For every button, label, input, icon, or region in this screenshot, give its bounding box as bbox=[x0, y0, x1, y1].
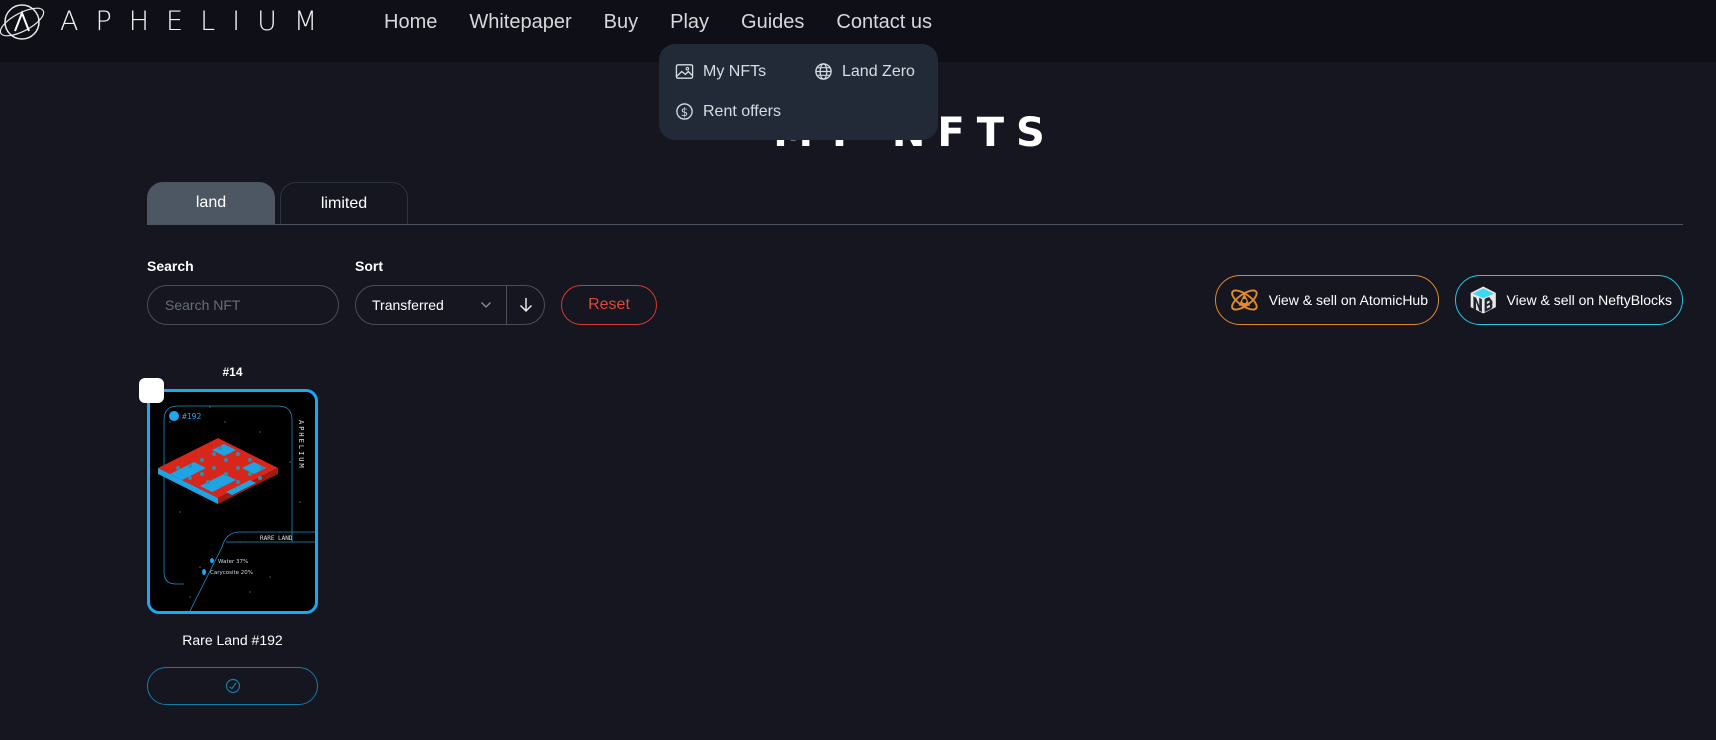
menu-item-label: Land Zero bbox=[842, 62, 915, 80]
sort-label: Sort bbox=[355, 258, 383, 274]
sort-control: Transferred bbox=[355, 285, 545, 325]
nav-home[interactable]: Home bbox=[384, 11, 437, 34]
menu-item-label: Rent offers bbox=[703, 102, 781, 120]
nft-name: Rare Land #192 bbox=[182, 632, 283, 648]
card-id-dot bbox=[169, 411, 179, 421]
neftyblocks-button[interactable]: View & sell on NeftyBlocks bbox=[1455, 275, 1683, 325]
logo-text: APHELIUM bbox=[60, 6, 335, 37]
atomichub-label: View & sell on AtomicHub bbox=[1268, 292, 1428, 308]
nav-play[interactable]: Play bbox=[670, 11, 709, 34]
atomichub-button[interactable]: View & sell on AtomicHub bbox=[1215, 275, 1439, 325]
nft-select-checkbox[interactable] bbox=[139, 378, 164, 403]
neftyblocks-label: View & sell on NeftyBlocks bbox=[1506, 292, 1672, 308]
starfield bbox=[169, 406, 301, 598]
search-input[interactable] bbox=[147, 285, 339, 325]
tab-limited[interactable]: limited bbox=[280, 182, 408, 224]
nav-whitepaper[interactable]: Whitepaper bbox=[469, 11, 571, 34]
atomichub-logo-icon bbox=[1231, 289, 1258, 311]
play-dropdown-menu: My NFTs Land Zero $ Rent offers bbox=[659, 44, 938, 140]
isometric-land-tile bbox=[158, 438, 278, 504]
reset-button[interactable]: Reset bbox=[561, 285, 657, 325]
menu-item-land-zero[interactable]: Land Zero bbox=[814, 62, 915, 81]
menu-item-rent-offers[interactable]: $ Rent offers bbox=[675, 102, 781, 121]
category-tabs: land limited bbox=[147, 182, 413, 224]
svg-text:$: $ bbox=[681, 105, 688, 119]
nft-artwork: #192 APHELIUM RARE LAND Water 37% Caryco bbox=[158, 405, 315, 611]
menu-item-label: My NFTs bbox=[703, 62, 767, 80]
menu-item-my-nfts[interactable]: My NFTs bbox=[675, 62, 766, 81]
dollar-circle-icon: $ bbox=[676, 103, 693, 120]
sort-direction-button[interactable] bbox=[507, 286, 544, 324]
nft-action-button[interactable] bbox=[147, 667, 318, 705]
card-id: #192 bbox=[182, 412, 201, 421]
globe-icon bbox=[815, 63, 832, 80]
card-stat-water: Water 37% bbox=[218, 559, 248, 565]
main-nav: Home Whitepaper Buy Play Guides Contact … bbox=[384, 0, 964, 44]
tabs-divider bbox=[147, 224, 1683, 225]
image-icon bbox=[675, 64, 694, 79]
sort-selected-value: Transferred bbox=[372, 297, 444, 313]
chevron-down-icon bbox=[481, 302, 491, 308]
gauge-icon bbox=[225, 678, 240, 694]
nft-card-image[interactable]: #192 APHELIUM RARE LAND Water 37% Caryco bbox=[147, 389, 318, 614]
card-rarity: RARE LAND bbox=[260, 535, 293, 542]
nav-guides[interactable]: Guides bbox=[741, 11, 804, 34]
sort-select[interactable]: Transferred bbox=[356, 286, 507, 324]
nft-index: #14 bbox=[222, 365, 243, 379]
nav-contact-us[interactable]: Contact us bbox=[836, 11, 932, 34]
tab-land[interactable]: land bbox=[147, 182, 275, 224]
aphelium-logo-icon bbox=[0, 4, 45, 40]
nav-buy[interactable]: Buy bbox=[604, 11, 638, 34]
arrow-down-icon bbox=[519, 298, 532, 313]
card-brand: APHELIUM bbox=[297, 420, 305, 470]
neftyblocks-logo-icon bbox=[1470, 286, 1496, 314]
logo[interactable]: APHELIUM bbox=[0, 2, 334, 42]
search-label: Search bbox=[147, 258, 194, 274]
card-stat-carycosite: Carycosite 20% bbox=[210, 570, 253, 576]
